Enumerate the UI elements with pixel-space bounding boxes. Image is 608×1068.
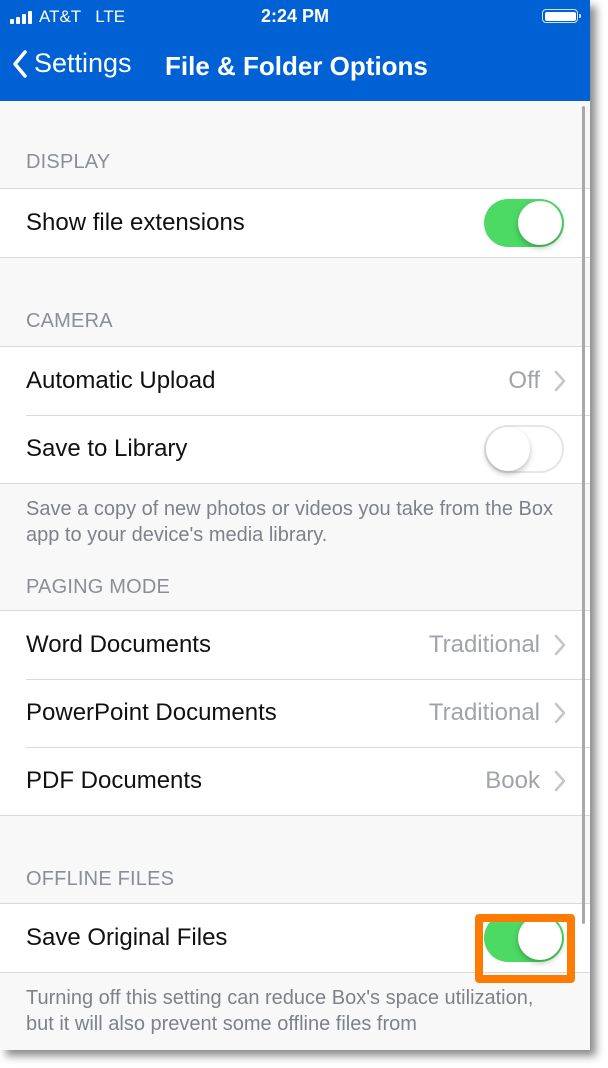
row-word-documents[interactable]: Word Documents Traditional — [0, 611, 590, 679]
chevron-right-icon — [554, 770, 566, 792]
scrollbar[interactable] — [582, 106, 585, 924]
group-offline-files: Save Original Files — [0, 903, 590, 973]
save-original-files-toggle[interactable] — [484, 914, 564, 962]
settings-list: DISPLAY Show file extensions CAMERA Auto… — [0, 101, 590, 1037]
app-header: AT&T LTE 2:24 PM Settings File & Folder … — [0, 0, 590, 101]
row-label: Word Documents — [26, 631, 211, 658]
chevron-left-icon — [13, 49, 27, 78]
row-value: Traditional — [428, 631, 540, 658]
back-button-label: Settings — [34, 48, 132, 78]
back-button[interactable]: Settings — [12, 48, 132, 79]
row-label: Save Original Files — [26, 924, 228, 951]
group-camera: Automatic Upload Off Save to Library — [0, 346, 590, 484]
row-value: Book — [485, 767, 540, 794]
row-label: PDF Documents — [26, 767, 203, 794]
status-time: 2:24 PM — [260, 6, 330, 26]
section-header-offline-files: OFFLINE FILES — [26, 868, 175, 890]
section-header-paging-mode: PAGING MODE — [26, 576, 171, 598]
status-bar: AT&T LTE 2:24 PM — [0, 0, 590, 34]
offline-files-footer-note: Turning off this setting can reduce Box'… — [26, 987, 534, 1035]
save-to-library-toggle[interactable] — [484, 425, 564, 473]
row-automatic-upload[interactable]: Automatic Upload Off — [0, 347, 590, 415]
navigation-bar: Settings File & Folder Options — [0, 34, 590, 101]
phone-screen: AT&T LTE 2:24 PM Settings File & Folder … — [0, 0, 590, 1050]
show-file-extensions-toggle[interactable] — [484, 199, 564, 247]
row-save-to-library: Save to Library — [0, 415, 590, 483]
chevron-right-icon — [554, 702, 566, 724]
row-save-original-files: Save Original Files — [0, 904, 590, 972]
section-header-camera: CAMERA — [26, 310, 113, 332]
row-powerpoint-documents[interactable]: PowerPoint Documents Traditional — [0, 679, 590, 747]
row-label: PowerPoint Documents — [26, 699, 277, 726]
section-header-display: DISPLAY — [26, 151, 111, 173]
battery-icon — [542, 9, 581, 23]
row-label: Show file extensions — [26, 209, 245, 236]
row-label: Save to Library — [26, 435, 188, 462]
chevron-right-icon — [554, 370, 566, 392]
page-title: File & Folder Options — [165, 51, 428, 81]
camera-footer-note: Save a copy of new photos or videos you … — [26, 498, 553, 546]
group-display: Show file extensions — [0, 188, 590, 258]
chevron-right-icon — [554, 634, 566, 656]
row-value: Off — [508, 367, 540, 394]
row-show-file-extensions: Show file extensions — [0, 189, 590, 257]
group-paging-mode: Word Documents Traditional PowerPoint Do… — [0, 610, 590, 816]
row-pdf-documents[interactable]: PDF Documents Book — [0, 747, 590, 815]
row-label: Automatic Upload — [26, 367, 216, 394]
row-value: Traditional — [428, 699, 540, 726]
